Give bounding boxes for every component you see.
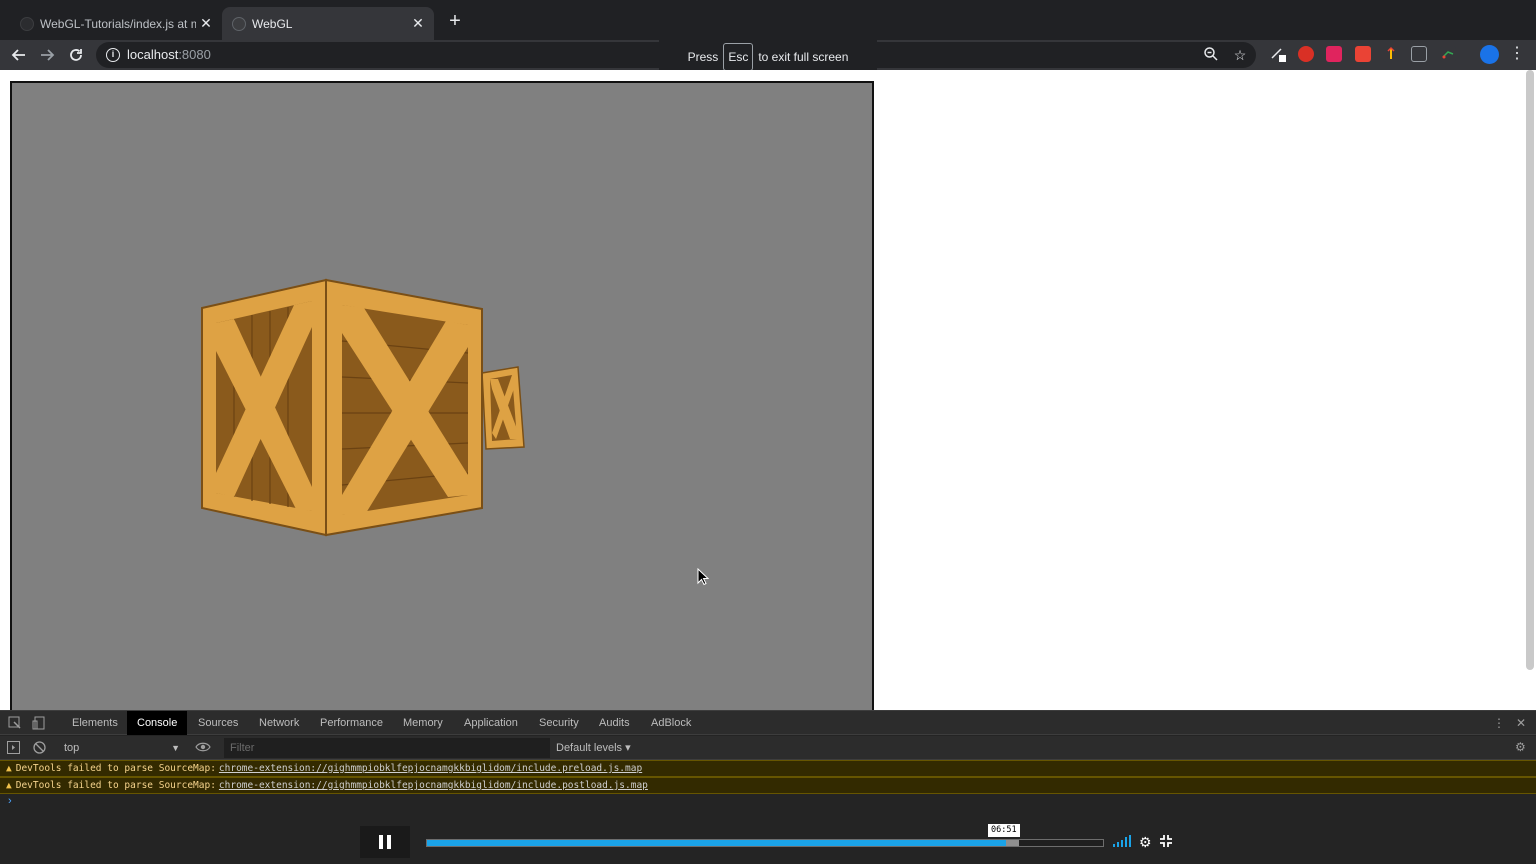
zoom-icon[interactable] [1202, 46, 1220, 64]
crate-front-face [325, 278, 483, 537]
extension-stop-icon[interactable] [1298, 46, 1314, 62]
reload-icon[interactable] [65, 44, 87, 66]
small-crate [481, 366, 525, 450]
extension-youtube-icon[interactable] [1355, 46, 1371, 62]
tab-title: WebGL-Tutorials/index.js at mas [40, 16, 196, 31]
tab-audits[interactable]: Audits [589, 711, 640, 735]
tab-performance[interactable]: Performance [310, 711, 393, 735]
tab-close-icon[interactable]: ✕ [408, 15, 428, 32]
extension-video-icon[interactable] [1326, 46, 1342, 62]
tab-application[interactable]: Application [454, 711, 528, 735]
github-favicon-icon [20, 16, 34, 31]
tab-github[interactable]: WebGL-Tutorials/index.js at mas ✕ [10, 7, 222, 40]
extension-rocket-icon[interactable] [1383, 46, 1399, 62]
fullscreen-rest-text: to exit full screen [758, 50, 849, 64]
bookmark-star-icon[interactable]: ☆ [1231, 46, 1249, 64]
device-toolbar-icon[interactable] [32, 716, 46, 733]
sourcemap-link[interactable]: chrome-extension://gighmmpiobklfepjocnam… [219, 763, 642, 774]
settings-gear-icon[interactable]: ⚙ [1139, 834, 1152, 850]
console-toolbar: top ▼ Filter Default levels ▾ ⚙ [0, 736, 1536, 760]
extension-color-icon[interactable] [1440, 46, 1456, 62]
video-controls: 06:51 ⚙ [360, 824, 1180, 858]
chevron-down-icon: ▼ [171, 743, 180, 753]
volume-icon[interactable] [1112, 834, 1132, 851]
url-text: localhost:8080 [127, 47, 211, 62]
eye-icon[interactable] [195, 741, 211, 756]
profile-avatar[interactable] [1480, 45, 1499, 64]
site-info-icon[interactable]: i [106, 48, 120, 62]
extension-pen-icon[interactable] [1270, 46, 1286, 62]
browser-menu-icon[interactable]: ⋮ [1506, 43, 1528, 65]
console-settings-gear-icon[interactable]: ⚙ [1515, 740, 1526, 754]
sidebar-toggle-icon[interactable] [7, 741, 20, 757]
devtools-close-icon[interactable]: ✕ [1516, 716, 1526, 730]
warning-text: DevTools failed to parse SourceMap: [15, 780, 216, 791]
page-scrollbar[interactable] [1526, 70, 1534, 670]
pause-button[interactable] [360, 826, 410, 858]
tab-elements[interactable]: Elements [62, 711, 128, 735]
console-warning: ▲ DevTools failed to parse SourceMap: chro… [0, 777, 1536, 794]
esc-key: Esc [723, 43, 754, 71]
tab-strip: WebGL-Tutorials/index.js at mas ✕ WebGL … [0, 0, 1536, 40]
console-prompt[interactable]: › [8, 795, 12, 807]
video-progress-bar[interactable] [426, 839, 1104, 847]
mouse-cursor-icon [697, 567, 710, 586]
tab-security[interactable]: Security [529, 711, 589, 735]
warning-text: DevTools failed to parse SourceMap: [15, 763, 216, 774]
crate-left-face [201, 278, 327, 537]
new-tab-button[interactable]: + [444, 11, 466, 33]
context-selector[interactable]: top ▼ [56, 739, 184, 757]
tab-title: WebGL [252, 16, 293, 31]
played-bar [427, 840, 1007, 846]
tab-sources[interactable]: Sources [188, 711, 248, 735]
tab-memory[interactable]: Memory [393, 711, 453, 735]
page-viewport [0, 70, 1536, 710]
tab-network[interactable]: Network [249, 711, 309, 735]
devtools-tabbar: Elements Console Sources Network Perform… [0, 711, 1536, 735]
warning-icon: ▲ [6, 763, 12, 774]
forward-arrow-icon[interactable] [36, 44, 58, 66]
exit-fullscreen-icon[interactable] [1159, 834, 1173, 851]
extension-copy-icon[interactable] [1411, 46, 1427, 62]
tab-adblock[interactable]: AdBlock [641, 711, 701, 735]
fullscreen-press-text: Press [687, 50, 719, 64]
inspect-element-icon[interactable] [8, 716, 22, 733]
time-tooltip: 06:51 [988, 824, 1020, 837]
webgl-canvas[interactable] [10, 81, 874, 710]
sourcemap-link[interactable]: chrome-extension://gighmmpiobklfepjocnam… [219, 780, 648, 791]
context-value: top [64, 742, 80, 754]
console-filter-input[interactable]: Filter [224, 738, 550, 758]
tab-console[interactable]: Console [127, 711, 188, 735]
devtools-menu-icon[interactable]: ⋮ [1493, 716, 1505, 730]
crate-scene [201, 278, 525, 537]
clear-console-icon[interactable] [33, 741, 46, 757]
log-levels-dropdown[interactable]: Default levels ▾ [556, 739, 631, 757]
console-warning: ▲ DevTools failed to parse SourceMap: chro… [0, 760, 1536, 777]
tab-webgl[interactable]: WebGL ✕ [222, 7, 434, 40]
globe-favicon-icon [232, 16, 246, 31]
warning-icon: ▲ [6, 780, 12, 791]
tab-close-icon[interactable]: ✕ [196, 15, 216, 32]
back-arrow-icon[interactable] [8, 44, 30, 66]
